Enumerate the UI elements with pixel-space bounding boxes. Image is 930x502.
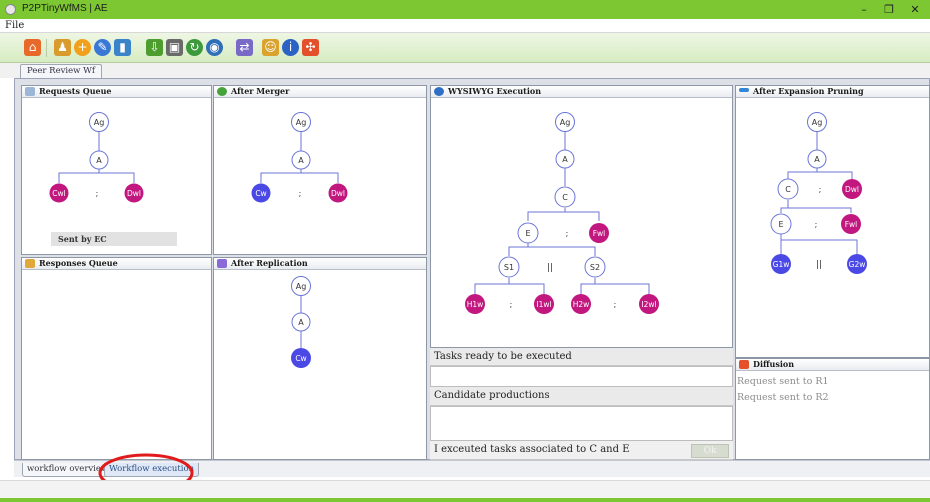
node-label: Cw xyxy=(255,189,266,198)
node-label: G1w xyxy=(773,260,790,269)
expand-icon[interactable]: ✣ xyxy=(302,39,319,56)
node-label: A xyxy=(814,155,820,164)
node-label: Ag xyxy=(812,118,823,127)
responses-queue-title: Responses Queue xyxy=(39,258,118,268)
info-icon[interactable]: i xyxy=(282,39,299,56)
app-icon xyxy=(5,4,16,15)
check-icon xyxy=(434,87,444,96)
candidate-productions-label: Candidate productions xyxy=(430,387,733,406)
node-label: Ag xyxy=(296,282,307,291)
responses-icon xyxy=(25,259,35,268)
sequence-separator: ; xyxy=(299,189,302,198)
tab-peer-review[interactable]: Peer Review Wf xyxy=(20,64,103,78)
delete-icon[interactable]: ▮ xyxy=(114,39,131,56)
execution-message-text: I exceuted tasks associated to C and E xyxy=(434,444,630,455)
node-label: C xyxy=(785,185,791,194)
menu-bar: File xyxy=(0,19,930,33)
after-replication-title: After Replication xyxy=(231,258,308,268)
after-merger-panel: After Merger Ag A Cw Dwl ; xyxy=(213,85,427,255)
node-label: I2wl xyxy=(641,300,656,309)
ok-button[interactable]: Ok xyxy=(691,444,729,458)
node-label: E xyxy=(778,220,783,229)
diffusion-panel: Diffusion Request sent to R1 Request sen… xyxy=(735,358,930,460)
sequence-separator: ; xyxy=(614,300,617,309)
node-label: A xyxy=(298,156,304,165)
window-title: P2PTinyWfMS | AE xyxy=(22,3,108,14)
node-label: Cw xyxy=(295,354,306,363)
close-button[interactable]: ✕ xyxy=(900,1,930,18)
diffusion-title: Diffusion xyxy=(753,359,795,369)
after-merger-title: After Merger xyxy=(231,86,290,96)
toolbar-divider xyxy=(46,39,47,57)
download-icon[interactable]: ⇩ xyxy=(146,39,163,56)
node-label: S2 xyxy=(590,263,600,272)
parallel-separator: || xyxy=(816,260,822,270)
requests-queue-panel: Requests Queue Ag A Cwl Dwl ; Sent by EC xyxy=(21,85,212,255)
node-label: C xyxy=(562,193,568,202)
node-label: I1wl xyxy=(536,300,551,309)
execution-message: I exceuted tasks associated to C and E xyxy=(430,441,733,460)
sequence-separator: ; xyxy=(819,185,822,194)
title-bar: P2PTinyWfMS | AE – ❐ ✕ xyxy=(0,0,930,19)
toolbar: ⌂ ♟ + ✎ ▮ ⇩ ▣ ↻ ◉ ⇄ ☺ i ✣ xyxy=(0,33,930,63)
globe-icon[interactable]: ◉ xyxy=(206,39,223,56)
node-label: Ag xyxy=(94,118,105,127)
diffusion-item: Request sent to R1 xyxy=(737,376,829,387)
after-replication-panel: After Replication Ag A Cw xyxy=(213,257,427,460)
wysiwyg-title: WYSIWYG Execution xyxy=(448,86,542,96)
node-label: H1w xyxy=(467,300,484,309)
after-pruning-panel: After Expansion Pruning Ag A C Dwl E Fwl… xyxy=(735,85,930,358)
sequence-separator: ; xyxy=(566,229,569,238)
home-icon[interactable]: ⌂ xyxy=(24,39,41,56)
tasks-ready-field[interactable] xyxy=(430,366,733,387)
bottom-accent xyxy=(0,498,930,502)
node-label: Dwl xyxy=(845,185,859,194)
sequence-separator: ; xyxy=(96,189,99,198)
sequence-separator: ; xyxy=(510,300,513,309)
add-icon[interactable]: + xyxy=(74,39,91,56)
node-label: Fwl xyxy=(845,220,858,229)
prune-icon xyxy=(739,88,749,92)
menu-file[interactable]: File xyxy=(5,20,24,31)
responses-queue-panel: Responses Queue xyxy=(21,257,212,460)
diffusion-icon xyxy=(739,360,749,369)
node-label: Dwl xyxy=(331,189,345,198)
replication-icon xyxy=(217,259,227,268)
diffusion-item: Request sent to R2 xyxy=(737,392,829,403)
node-label: Ag xyxy=(560,118,571,127)
refresh-icon[interactable]: ↻ xyxy=(186,39,203,56)
node-label: Dwl xyxy=(127,189,141,198)
node-label: A xyxy=(562,155,568,164)
node-label: A xyxy=(298,318,304,327)
node-label: G2w xyxy=(849,260,866,269)
node-label: E xyxy=(525,229,530,238)
users-icon[interactable]: ♟ xyxy=(54,39,71,56)
after-pruning-title: After Expansion Pruning xyxy=(753,86,864,96)
node-label: Fwl xyxy=(593,229,606,238)
tasks-ready-label: Tasks ready to be executed xyxy=(430,348,733,366)
wysiwyg-execution-panel: WYSIWYG Execution Ag A C E Fwl S1 S2 H1w… xyxy=(430,85,733,348)
node-label: Ag xyxy=(296,118,307,127)
sent-by-label: Sent by EC xyxy=(58,234,107,244)
sequence-separator: ; xyxy=(815,220,818,229)
node-label: H2w xyxy=(573,300,590,309)
candidate-productions-field[interactable] xyxy=(430,406,733,441)
requests-queue-title: Requests Queue xyxy=(39,86,112,96)
merge-icon xyxy=(217,87,227,96)
parallel-separator: || xyxy=(547,263,553,273)
tab-strip xyxy=(0,63,930,78)
peer-icon[interactable]: ☺ xyxy=(262,39,279,56)
edit-icon[interactable]: ✎ xyxy=(94,39,111,56)
node-label: S1 xyxy=(504,263,514,272)
node-label: Cwl xyxy=(52,189,65,198)
node-label: A xyxy=(96,156,102,165)
network-icon[interactable]: ⇄ xyxy=(236,39,253,56)
save-icon[interactable]: ▣ xyxy=(166,39,183,56)
queue-icon xyxy=(25,87,35,96)
